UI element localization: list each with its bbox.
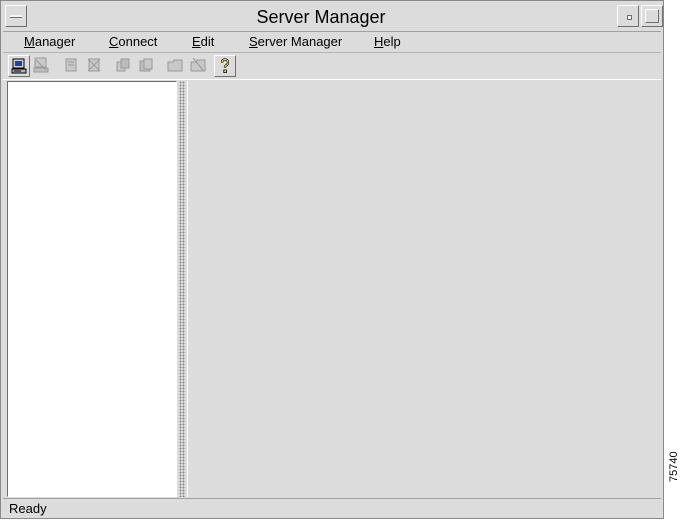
computer-disconnect-icon bbox=[33, 57, 49, 73]
delete-folder-button[interactable] bbox=[188, 55, 210, 77]
folder-delete-icon bbox=[190, 57, 206, 72]
tree-pane[interactable] bbox=[7, 81, 177, 497]
window-menu-button[interactable] bbox=[5, 5, 27, 27]
pane-splitter[interactable] bbox=[179, 81, 185, 497]
toolbar bbox=[3, 53, 661, 80]
figure-number: 75740 bbox=[668, 451, 680, 482]
menu-help[interactable]: Help bbox=[374, 34, 401, 49]
menu-server-manager[interactable]: Server Manager bbox=[249, 34, 342, 49]
server-remove-icon bbox=[87, 58, 101, 72]
copy-icon bbox=[116, 58, 130, 72]
maximize-button[interactable] bbox=[641, 5, 663, 27]
connect-button[interactable] bbox=[8, 55, 30, 77]
remove-server-button[interactable] bbox=[84, 55, 106, 77]
disconnect-button[interactable] bbox=[31, 55, 53, 77]
server-add-icon bbox=[65, 58, 77, 72]
menu-edit[interactable]: Edit bbox=[192, 34, 214, 49]
title-bar: Server Manager bbox=[3, 3, 663, 32]
server-manager-window: Server Manager Manager Connect Edit Serv… bbox=[0, 0, 664, 519]
paste-button[interactable] bbox=[136, 55, 158, 77]
detail-pane[interactable] bbox=[187, 81, 663, 497]
paste-icon bbox=[139, 58, 153, 72]
add-server-button[interactable] bbox=[61, 55, 83, 77]
add-folder-button[interactable] bbox=[165, 55, 187, 77]
status-bar: Ready bbox=[3, 498, 661, 519]
menu-bar: Manager Connect Edit Server Manager Help bbox=[3, 32, 661, 53]
minimize-button[interactable] bbox=[617, 5, 639, 27]
help-button[interactable] bbox=[214, 55, 236, 77]
window-title: Server Manager bbox=[256, 7, 386, 27]
folder-add-icon bbox=[167, 59, 183, 72]
copy-button[interactable] bbox=[113, 55, 135, 77]
menu-connect[interactable]: Connect bbox=[109, 34, 157, 49]
help-icon bbox=[220, 58, 230, 73]
menu-manager[interactable]: Manager bbox=[24, 34, 75, 49]
computer-icon bbox=[11, 58, 27, 74]
status-text: Ready bbox=[9, 501, 47, 516]
